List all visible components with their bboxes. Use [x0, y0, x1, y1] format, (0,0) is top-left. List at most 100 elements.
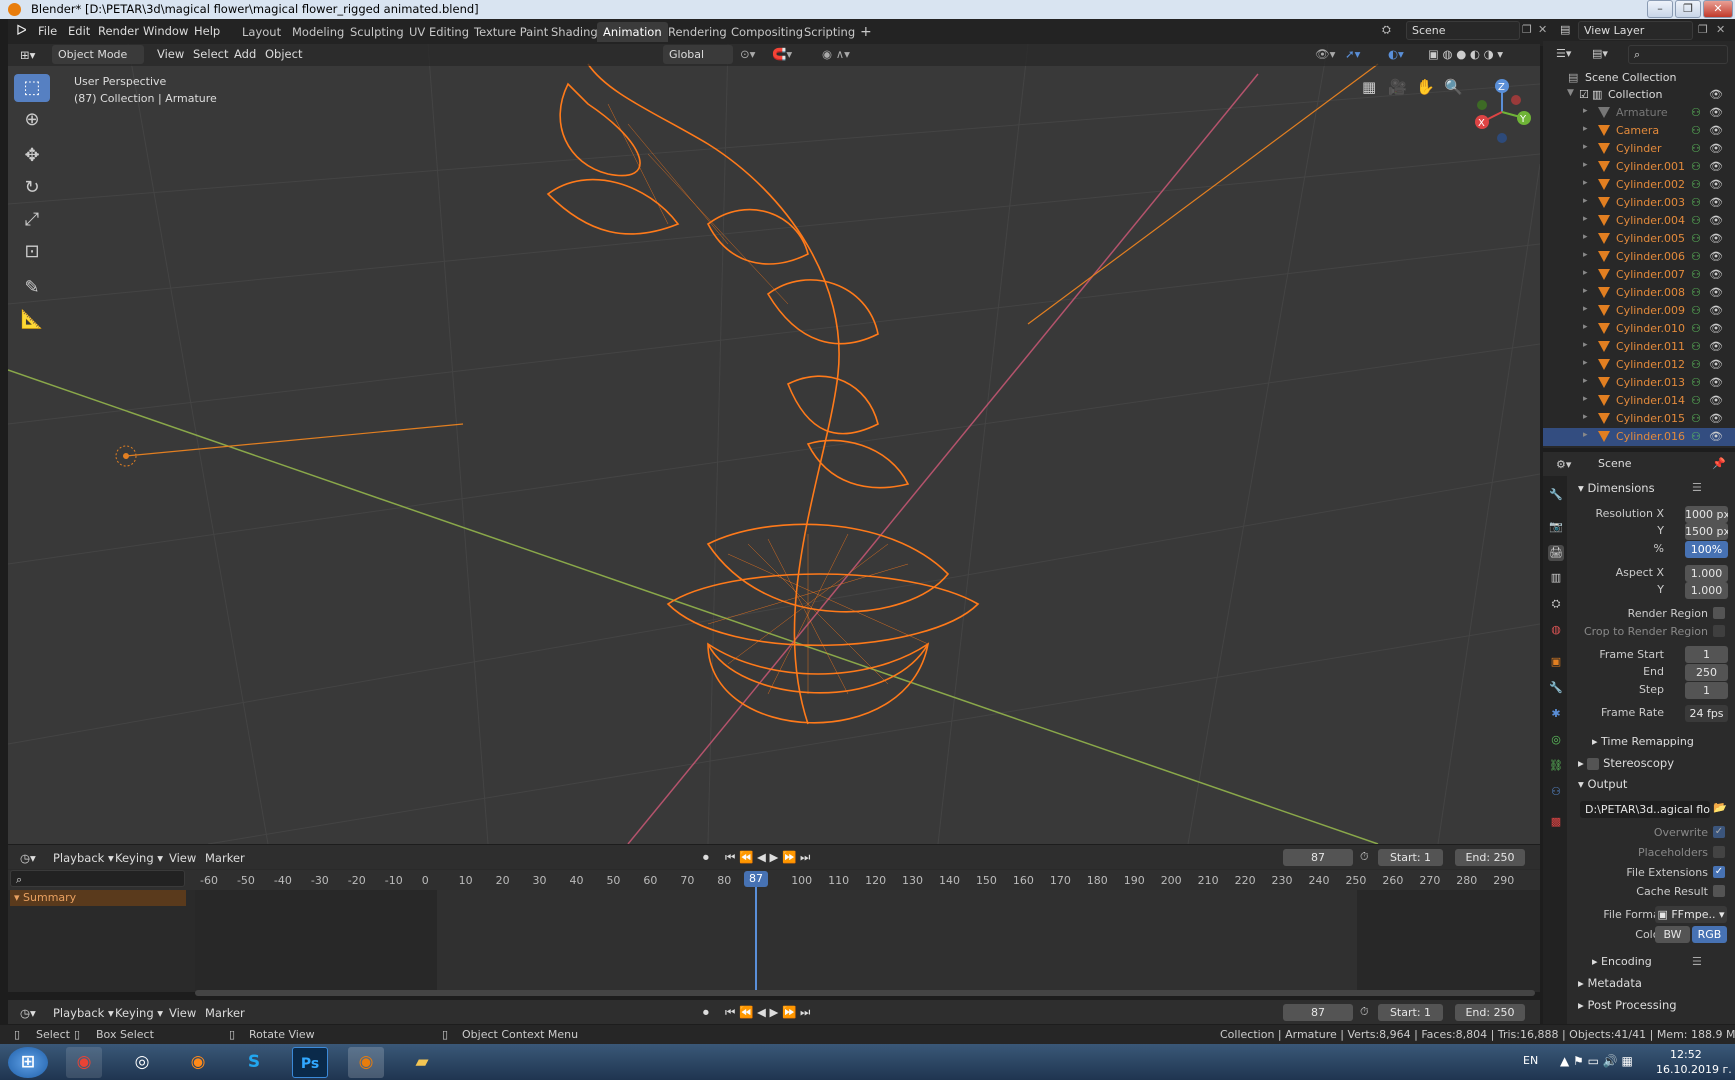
timeline-start-field-bottom[interactable]: Start: 1 [1378, 1004, 1443, 1021]
expand-icon[interactable]: ▸ [1583, 430, 1588, 440]
timeline-editor-icon[interactable]: ◷▾ [20, 851, 36, 865]
start-button-icon[interactable]: ⊞ [8, 1047, 48, 1078]
timeline-menu-keying[interactable]: Keying ▾ [115, 851, 163, 865]
object-tab-icon[interactable]: ▣ [1548, 654, 1564, 670]
current-frame-field-bottom[interactable]: 87 [1283, 1004, 1353, 1021]
constraints-tab-icon[interactable]: ⛓ [1548, 758, 1564, 774]
timeline-search[interactable]: ⌕ [10, 870, 185, 887]
outliner-item[interactable]: ▸ Camera ⚇ 👁 [1543, 122, 1735, 140]
frame-step-field[interactable]: 1 [1685, 682, 1728, 699]
eye-icon[interactable]: 👁 [1709, 142, 1723, 155]
pivot-icon[interactable]: ⊙▾ [740, 47, 755, 61]
stereoscopy-header[interactable]: ▸ Stereoscopy [1578, 756, 1674, 770]
modifier-icon[interactable]: ⚇ [1691, 340, 1701, 353]
timeline-menu-playback-bottom[interactable]: Playback ▾ [53, 1006, 114, 1020]
app-icon-2[interactable]: ◎ [124, 1047, 160, 1078]
current-frame-field[interactable]: 87 [1283, 849, 1353, 866]
outliner-item[interactable]: ▸ Cylinder.009 ⚇ 👁 [1543, 302, 1735, 320]
outliner-item[interactable]: ▸ Cylinder.005 ⚇ 👁 [1543, 230, 1735, 248]
texture-tab-icon[interactable]: ▩ [1548, 814, 1564, 830]
expand-icon[interactable]: ▸ [1583, 322, 1588, 332]
physics-tab-icon[interactable]: ◎ [1548, 732, 1564, 748]
timeline-menu-view[interactable]: View [169, 851, 196, 865]
encoding-presets-icon[interactable]: ☰ [1692, 955, 1702, 968]
blender-app-icon[interactable]: ◉ [348, 1047, 384, 1078]
navigation-gizmo[interactable]: Z Y X [1468, 74, 1536, 146]
camera-view-icon[interactable]: 🎥 [1388, 78, 1407, 96]
transform-orientation[interactable]: Global [663, 45, 733, 64]
eye-icon[interactable]: 👁 [1709, 340, 1723, 353]
tab-animation[interactable]: Animation [597, 22, 668, 42]
outliner-scene-collection[interactable]: ▤ Scene Collection [1543, 69, 1735, 87]
tab-sculpting[interactable]: Sculpting [344, 22, 410, 42]
transform-tool-icon[interactable]: ⊡ [14, 238, 50, 266]
summary-channel[interactable]: ▾ Summary [10, 890, 186, 906]
outliner-item[interactable]: ▸ Cylinder.006 ⚇ 👁 [1543, 248, 1735, 266]
outliner-item[interactable]: ▸ Cylinder ⚇ 👁 [1543, 140, 1735, 158]
skype-app-icon[interactable]: S [236, 1047, 272, 1078]
output-path-field[interactable]: D:\PETAR\3d..agical flower [1580, 801, 1710, 818]
timeline-editor-icon-bottom[interactable]: ◷▾ [20, 1006, 36, 1020]
menu-file[interactable]: File [38, 24, 57, 38]
expand-icon[interactable]: ▸ [1583, 178, 1588, 188]
outliner-collection[interactable]: ▼ ☑ ▥ Collection 👁 [1543, 86, 1735, 104]
view-layer-tab-icon[interactable]: ▥ [1548, 570, 1564, 586]
outliner-search[interactable]: ⌕ [1628, 45, 1728, 64]
presets-icon[interactable]: ☰ [1692, 481, 1702, 494]
blender-menu-icon[interactable]: ᐅ [16, 23, 27, 39]
expand-icon[interactable]: ▸ [1583, 250, 1588, 260]
timeline-menu-keying-bottom[interactable]: Keying ▾ [115, 1006, 163, 1020]
explorer-app-icon[interactable]: ▰ [404, 1047, 440, 1078]
menu-help[interactable]: Help [194, 24, 220, 38]
chrome-app-icon[interactable]: ◉ [66, 1047, 102, 1078]
system-tray-icons[interactable]: ▲ ⚑ ▭ 🔊 ▦ [1560, 1054, 1633, 1068]
select-tool-icon[interactable]: ⬚ [14, 74, 50, 102]
photoshop-app-icon[interactable]: Ps [292, 1047, 328, 1078]
annotate-tool-icon[interactable]: ✎ [14, 274, 50, 302]
eye-icon[interactable]: 👁 [1709, 178, 1723, 191]
eye-icon[interactable]: 👁 [1709, 232, 1723, 245]
modifier-icon[interactable]: ⚇ [1691, 358, 1701, 371]
3d-viewport[interactable] [8, 44, 1540, 844]
outliner-item[interactable]: ▸ Cylinder.013 ⚇ 👁 [1543, 374, 1735, 392]
tab-modeling[interactable]: Modeling [286, 22, 350, 42]
language-indicator[interactable]: EN [1523, 1054, 1538, 1067]
resolution-percent-field[interactable]: 100% [1685, 541, 1728, 558]
aspect-y-field[interactable]: 1.000 [1685, 582, 1728, 599]
expand-icon[interactable]: ▸ [1583, 286, 1588, 296]
eye-icon[interactable]: 👁 [1709, 412, 1723, 425]
viewport-menu-add[interactable]: Add [234, 47, 256, 61]
minimize-button[interactable]: – [1647, 0, 1673, 18]
delete-scene-icon[interactable]: ✕ [1538, 23, 1547, 36]
expand-icon[interactable]: ▸ [1583, 340, 1588, 350]
encoding-header[interactable]: ▸ Encoding [1592, 955, 1652, 968]
modifier-icon[interactable]: ⚇ [1691, 124, 1701, 137]
modifier-tab-icon[interactable]: 🔧 [1548, 680, 1564, 696]
expand-icon[interactable]: ▸ [1583, 160, 1588, 170]
close-button[interactable]: ✕ [1703, 0, 1733, 18]
eye-icon[interactable]: 👁 [1709, 430, 1723, 443]
crop-render-region-checkbox[interactable] [1713, 625, 1725, 637]
preview-range-icon[interactable]: ⏱ [1360, 850, 1369, 864]
outliner-item[interactable]: ▸ Cylinder.015 ⚇ 👁 [1543, 410, 1735, 428]
eye-icon[interactable]: 👁 [1709, 286, 1723, 299]
record-button-bottom[interactable]: ⏺ [703, 1005, 709, 1020]
overwrite-checkbox[interactable]: ✓ [1713, 826, 1725, 838]
expand-icon[interactable]: ▸ [1583, 376, 1588, 386]
particles-tab-icon[interactable]: ✱ [1548, 706, 1564, 722]
outliner-item[interactable]: ▸ Cylinder.008 ⚇ 👁 [1543, 284, 1735, 302]
file-format-dropdown[interactable]: ▣ FFmpe.. ▾ [1655, 906, 1727, 923]
modifier-icon[interactable]: ⚇ [1691, 160, 1701, 173]
timeline-menu-marker-bottom[interactable]: Marker [205, 1006, 245, 1020]
expand-icon[interactable]: ▸ [1583, 358, 1588, 368]
scene-tab-icon[interactable]: ⛭ [1548, 596, 1564, 612]
folder-icon[interactable]: 📂 [1713, 801, 1727, 814]
frame-start-field[interactable]: 1 [1685, 646, 1728, 663]
pan-view-icon[interactable]: ✋ [1416, 78, 1435, 96]
modifier-icon[interactable]: ⚇ [1691, 394, 1701, 407]
time-remapping-header[interactable]: ▸ Time Remapping [1592, 735, 1694, 748]
new-scene-icon[interactable]: ❐ [1522, 23, 1532, 36]
placeholders-checkbox[interactable] [1713, 846, 1725, 858]
modifier-icon[interactable]: ⚇ [1691, 214, 1701, 227]
display-mode-icon[interactable]: ▤▾ [1592, 47, 1608, 60]
